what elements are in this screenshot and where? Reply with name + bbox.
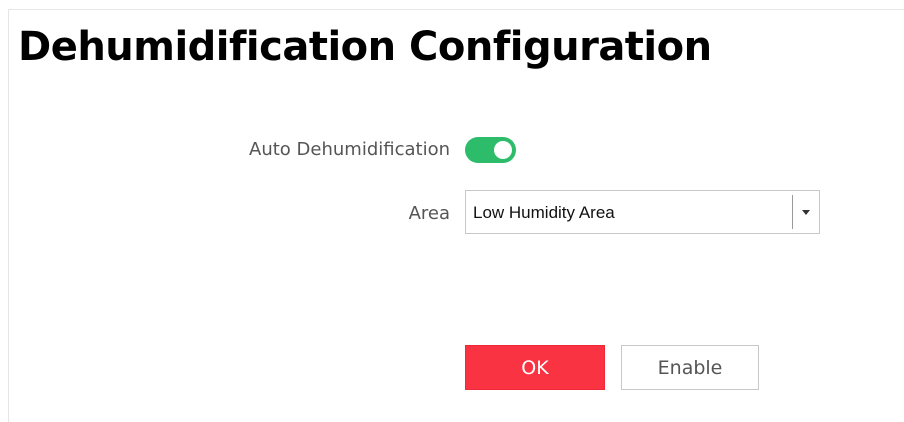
dehumidification-page: Dehumidification Configuration Auto Dehu…: [0, 0, 904, 422]
frame-border-left: [8, 9, 9, 422]
frame-border-top: [8, 9, 904, 10]
area-select[interactable]: Low Humidity Area: [465, 190, 820, 234]
page-title: Dehumidification Configuration: [18, 24, 712, 70]
toggle-knob: [494, 141, 512, 159]
auto-dehumidification-toggle[interactable]: [465, 137, 516, 163]
select-divider: [792, 195, 793, 229]
ok-button[interactable]: OK: [465, 345, 605, 390]
chevron-down-icon[interactable]: [802, 210, 810, 215]
enable-button[interactable]: Enable: [621, 345, 759, 390]
area-label: Area: [408, 203, 450, 224]
area-select-value: Low Humidity Area: [473, 203, 615, 222]
auto-dehumidification-label: Auto Dehumidification: [249, 139, 450, 160]
